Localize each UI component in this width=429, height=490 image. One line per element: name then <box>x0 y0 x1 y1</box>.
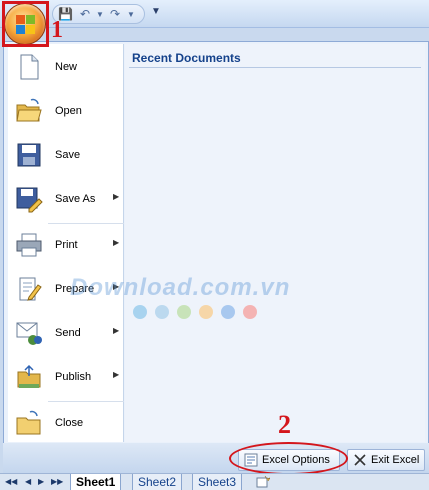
customize-toolbar-icon[interactable]: ▼ <box>151 6 161 17</box>
redo-icon[interactable]: ↷ <box>110 7 120 21</box>
publish-icon <box>17 364 41 388</box>
undo-icon[interactable]: ↶ <box>80 7 90 21</box>
menu-item-open[interactable]: Open <box>8 90 124 134</box>
menu-item-label: Open <box>55 105 82 117</box>
close-folder-icon <box>16 410 41 435</box>
recent-divider <box>129 67 421 68</box>
submenu-arrow-icon: ▶ <box>113 370 120 379</box>
menu-item-label: New <box>55 61 78 73</box>
sheet-tab-1[interactable]: Sheet1 <box>70 474 122 490</box>
insert-sheet-icon[interactable] <box>256 476 270 488</box>
menu-item-send[interactable]: Send ▶ <box>8 312 124 356</box>
watermark-text: Download.com.vn <box>70 274 291 301</box>
last-sheet-icon[interactable]: ▶▶ <box>51 477 63 486</box>
sheet-tab-3[interactable]: Sheet3 <box>192 474 243 490</box>
menu-item-label: Print <box>55 239 78 251</box>
send-icon <box>16 322 42 345</box>
highlight-box <box>2 1 49 47</box>
prepare-icon <box>19 277 42 301</box>
next-sheet-icon[interactable]: ▶ <box>38 477 44 486</box>
menu-item-new[interactable]: New <box>8 46 124 90</box>
highlight-ellipse <box>229 442 348 475</box>
submenu-arrow-icon: ▶ <box>113 326 120 335</box>
menu-item-label: Close <box>55 417 84 429</box>
exit-icon <box>354 454 366 466</box>
command-list: New Open Save Save As ▶ Print ▶ Prepare … <box>8 44 124 442</box>
sheet-tab-bar: ◀◀ ◀ ▶ ▶▶ Sheet1 Sheet2 Sheet3 <box>0 473 429 490</box>
submenu-arrow-icon: ▶ <box>113 192 120 201</box>
save-as-icon <box>16 187 43 213</box>
first-sheet-icon[interactable]: ◀◀ <box>5 477 17 486</box>
sheet-tab-2[interactable]: Sheet2 <box>132 474 183 490</box>
menu-item-label: Save As <box>55 193 96 205</box>
step-1-label: 1 <box>51 17 63 43</box>
save-disk-icon <box>17 143 41 167</box>
open-folder-icon <box>16 98 42 122</box>
menu-item-save-as[interactable]: Save As ▶ <box>8 178 124 222</box>
menu-item-print[interactable]: Print ▶ <box>8 224 124 268</box>
menu-item-label: Send <box>55 327 81 339</box>
step-2-label: 2 <box>278 410 291 439</box>
exit-excel-button[interactable]: Exit Excel <box>347 449 425 471</box>
recent-documents-panel: Recent Documents <box>125 44 425 442</box>
new-document-icon <box>20 54 39 80</box>
undo-dropdown-icon[interactable]: ▼ <box>96 10 104 19</box>
recent-documents-title: Recent Documents <box>132 51 241 65</box>
quick-access-toolbar: 💾 ↶ ▼ ↷ ▼ ▼ <box>0 0 429 28</box>
menu-item-save[interactable]: Save <box>8 134 124 178</box>
quick-access-buttons: 💾 ↶ ▼ ↷ ▼ <box>52 4 145 24</box>
redo-dropdown-icon[interactable]: ▼ <box>127 10 135 19</box>
submenu-arrow-icon: ▶ <box>113 238 120 247</box>
menu-item-label: Publish <box>55 371 92 383</box>
menu-item-close[interactable]: Close <box>8 402 124 446</box>
menu-item-label: Save <box>55 149 81 161</box>
menu-item-publish[interactable]: Publish ▶ <box>8 356 124 400</box>
exit-excel-label: Exit Excel <box>371 454 420 466</box>
office-menu: New Open Save Save As ▶ Print ▶ Prepare … <box>3 41 429 444</box>
printer-icon <box>16 233 42 257</box>
prev-sheet-icon[interactable]: ◀ <box>25 477 31 486</box>
